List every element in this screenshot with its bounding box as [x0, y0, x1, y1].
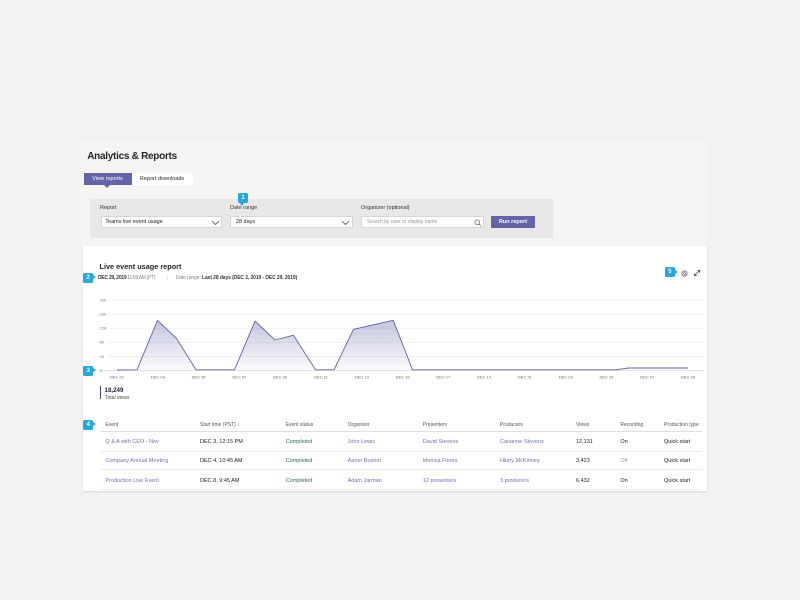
svg-text:DEC 19: DEC 19 — [477, 375, 492, 380]
svg-text:DEC 25: DEC 25 — [599, 375, 614, 380]
svg-text:DEC 23: DEC 23 — [559, 375, 574, 380]
svg-text:DEC 09: DEC 09 — [273, 375, 288, 380]
svg-text:DEC 17: DEC 17 — [436, 375, 451, 380]
svg-text:DEC 03: DEC 03 — [151, 375, 166, 380]
svg-text:DEC 21: DEC 21 — [518, 375, 533, 380]
svg-text:DEC 05: DEC 05 — [192, 375, 207, 380]
svg-text:12K: 12K — [100, 326, 107, 331]
svg-text:DEC 27: DEC 27 — [640, 375, 655, 380]
svg-text:20K: 20K — [100, 297, 107, 302]
svg-text:DEC 29: DEC 29 — [681, 375, 696, 380]
svg-text:4K: 4K — [100, 354, 105, 359]
svg-text:DEC 01: DEC 01 — [110, 375, 125, 380]
svg-text:8K: 8K — [100, 340, 105, 345]
svg-text:DEC 15: DEC 15 — [396, 375, 411, 380]
svg-text:DEC 07: DEC 07 — [232, 375, 247, 380]
svg-text:DEC 11: DEC 11 — [314, 375, 328, 380]
svg-text:16K: 16K — [100, 312, 107, 317]
svg-text:DEC 13: DEC 13 — [355, 375, 370, 380]
